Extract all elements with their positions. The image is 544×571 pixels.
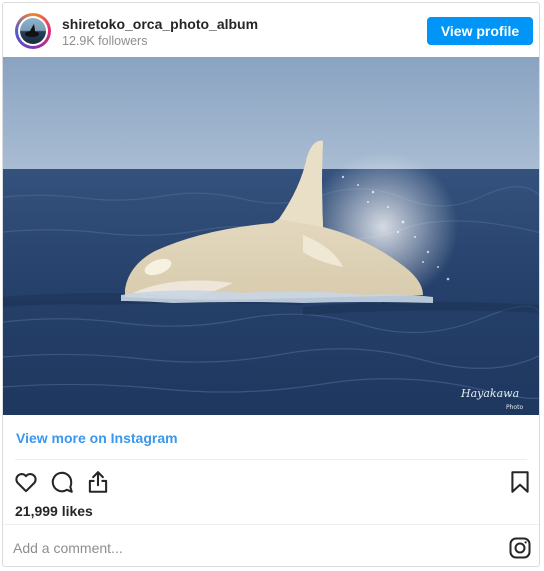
- view-profile-button[interactable]: View profile: [427, 17, 533, 45]
- photo-watermark: Hayakawa: [460, 387, 519, 400]
- avatar[interactable]: [15, 13, 51, 49]
- comment-icon[interactable]: [49, 469, 75, 495]
- avatar-image: [20, 18, 46, 44]
- action-bar: [3, 465, 539, 497]
- username[interactable]: shiretoko_orca_photo_album: [62, 16, 258, 32]
- view-more-link[interactable]: View more on Instagram: [16, 430, 178, 446]
- share-icon[interactable]: [85, 469, 111, 495]
- post-photo[interactable]: Hayakawa Photo: [3, 57, 539, 415]
- photo-watermark-sub: Photo: [506, 404, 523, 411]
- avatar-frame: [18, 16, 48, 46]
- heart-icon[interactable]: [13, 469, 39, 495]
- divider: [15, 459, 527, 460]
- like-count[interactable]: 21,999 likes: [15, 503, 93, 519]
- follower-count: 12.9K followers: [62, 34, 148, 48]
- bookmark-icon[interactable]: [507, 469, 533, 495]
- divider: [3, 524, 539, 525]
- instagram-embed-card: shiretoko_orca_photo_album 12.9K followe…: [2, 2, 540, 567]
- post-header: shiretoko_orca_photo_album 12.9K followe…: [3, 3, 539, 57]
- instagram-logo-icon[interactable]: [508, 536, 532, 560]
- comment-input[interactable]: [13, 538, 493, 558]
